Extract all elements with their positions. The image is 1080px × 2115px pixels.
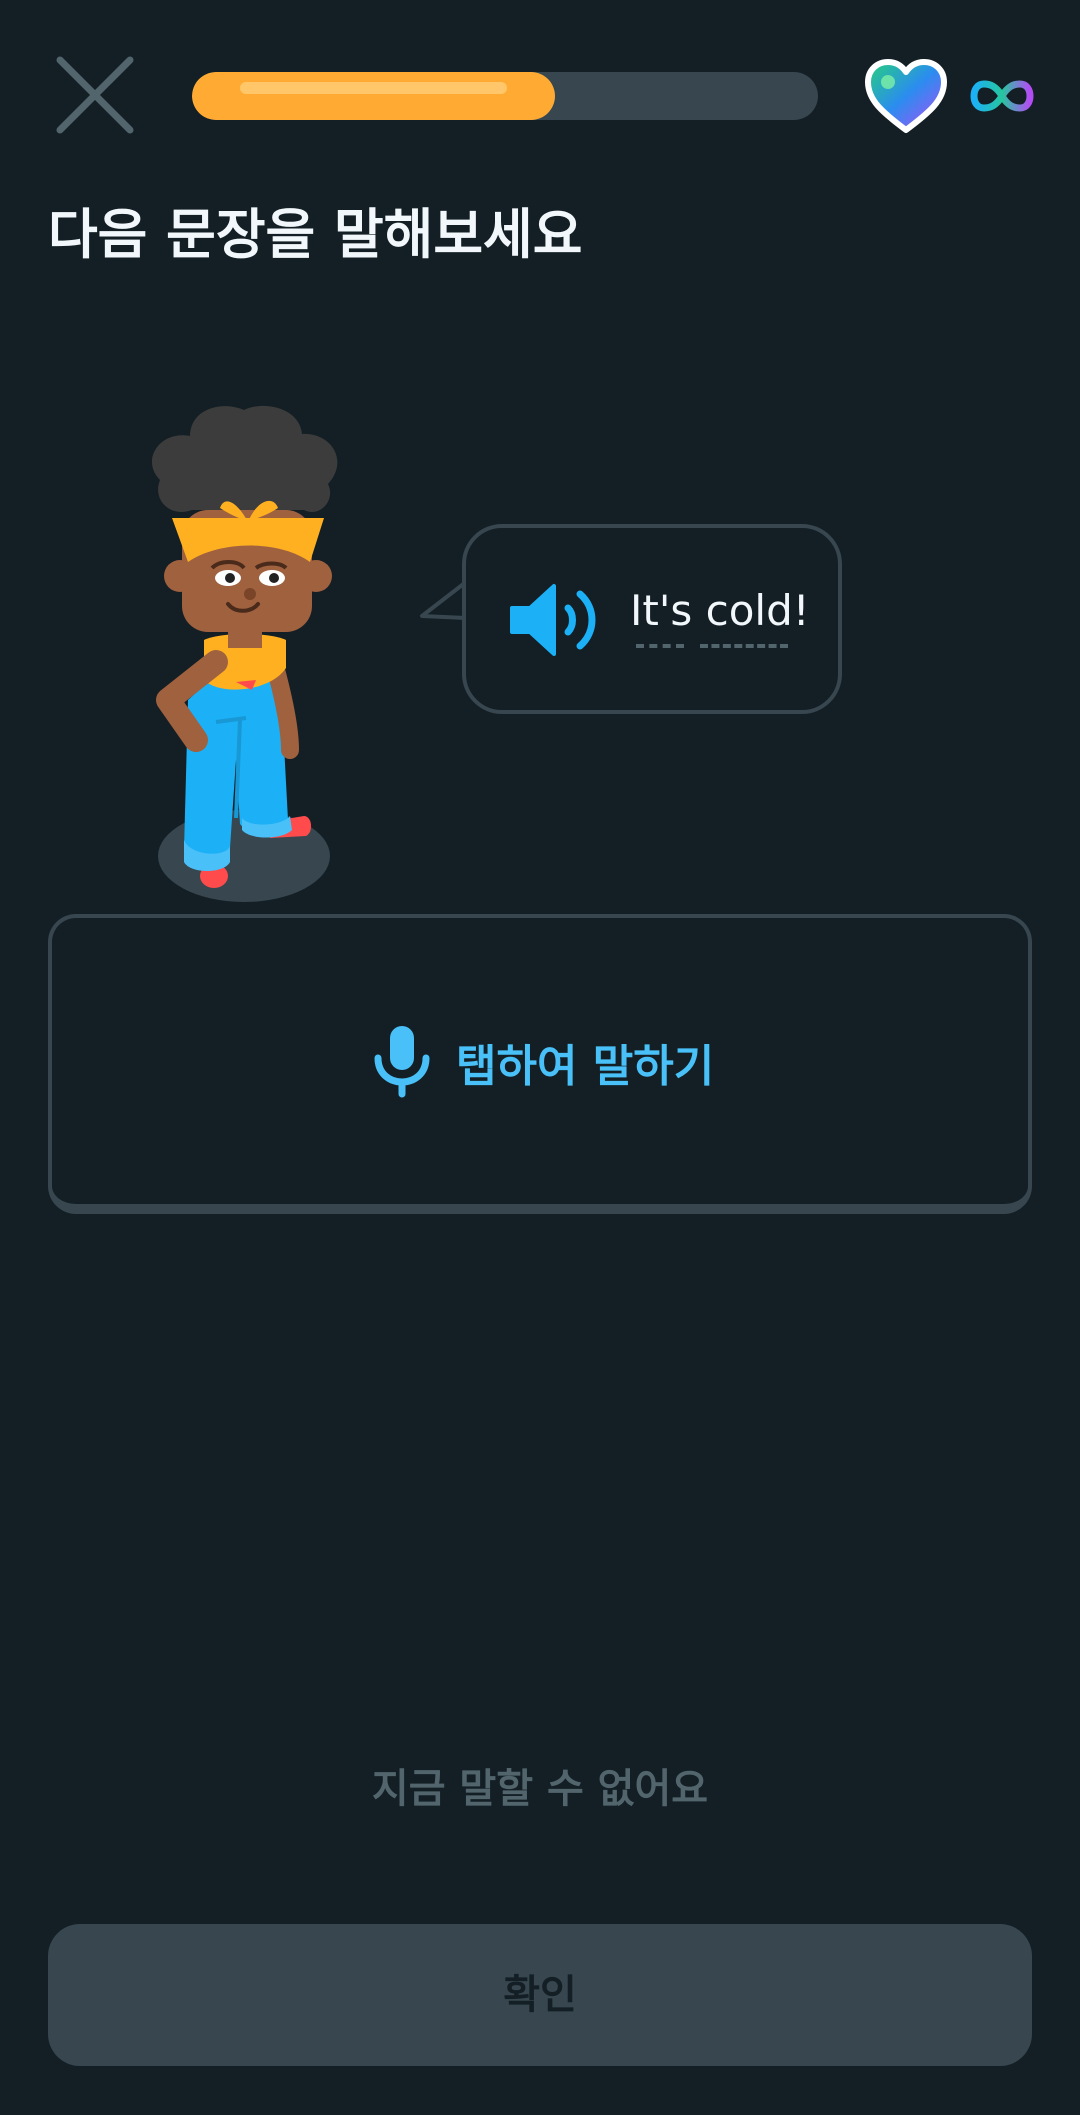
phrase-text[interactable]: It's cold! <box>630 586 810 635</box>
lesson-progress-fill <box>192 72 556 120</box>
infinity-icon <box>970 80 1034 112</box>
lesson-header <box>0 0 1080 190</box>
close-icon <box>56 56 134 134</box>
word-underline <box>700 644 788 648</box>
heart-icon[interactable] <box>864 58 948 134</box>
character-illustration <box>151 405 338 902</box>
speaker-icon[interactable] <box>508 582 604 658</box>
microphone-icon <box>374 1026 430 1098</box>
lesson-progress-bar <box>192 72 818 120</box>
close-button[interactable] <box>52 52 138 138</box>
tap-to-speak-label[interactable]: 탭하여 말하기 <box>456 1030 714 1094</box>
cant-speak-now-button[interactable]: 지금 말할 수 없어요 <box>0 1756 1080 1814</box>
check-button[interactable]: 확인 <box>48 1924 1032 2066</box>
speech-bubble-tail <box>420 580 468 620</box>
exercise-title: 다음 문장을 말해보세요 <box>48 203 583 266</box>
word-underline <box>636 644 684 648</box>
progress-shine <box>240 82 508 94</box>
